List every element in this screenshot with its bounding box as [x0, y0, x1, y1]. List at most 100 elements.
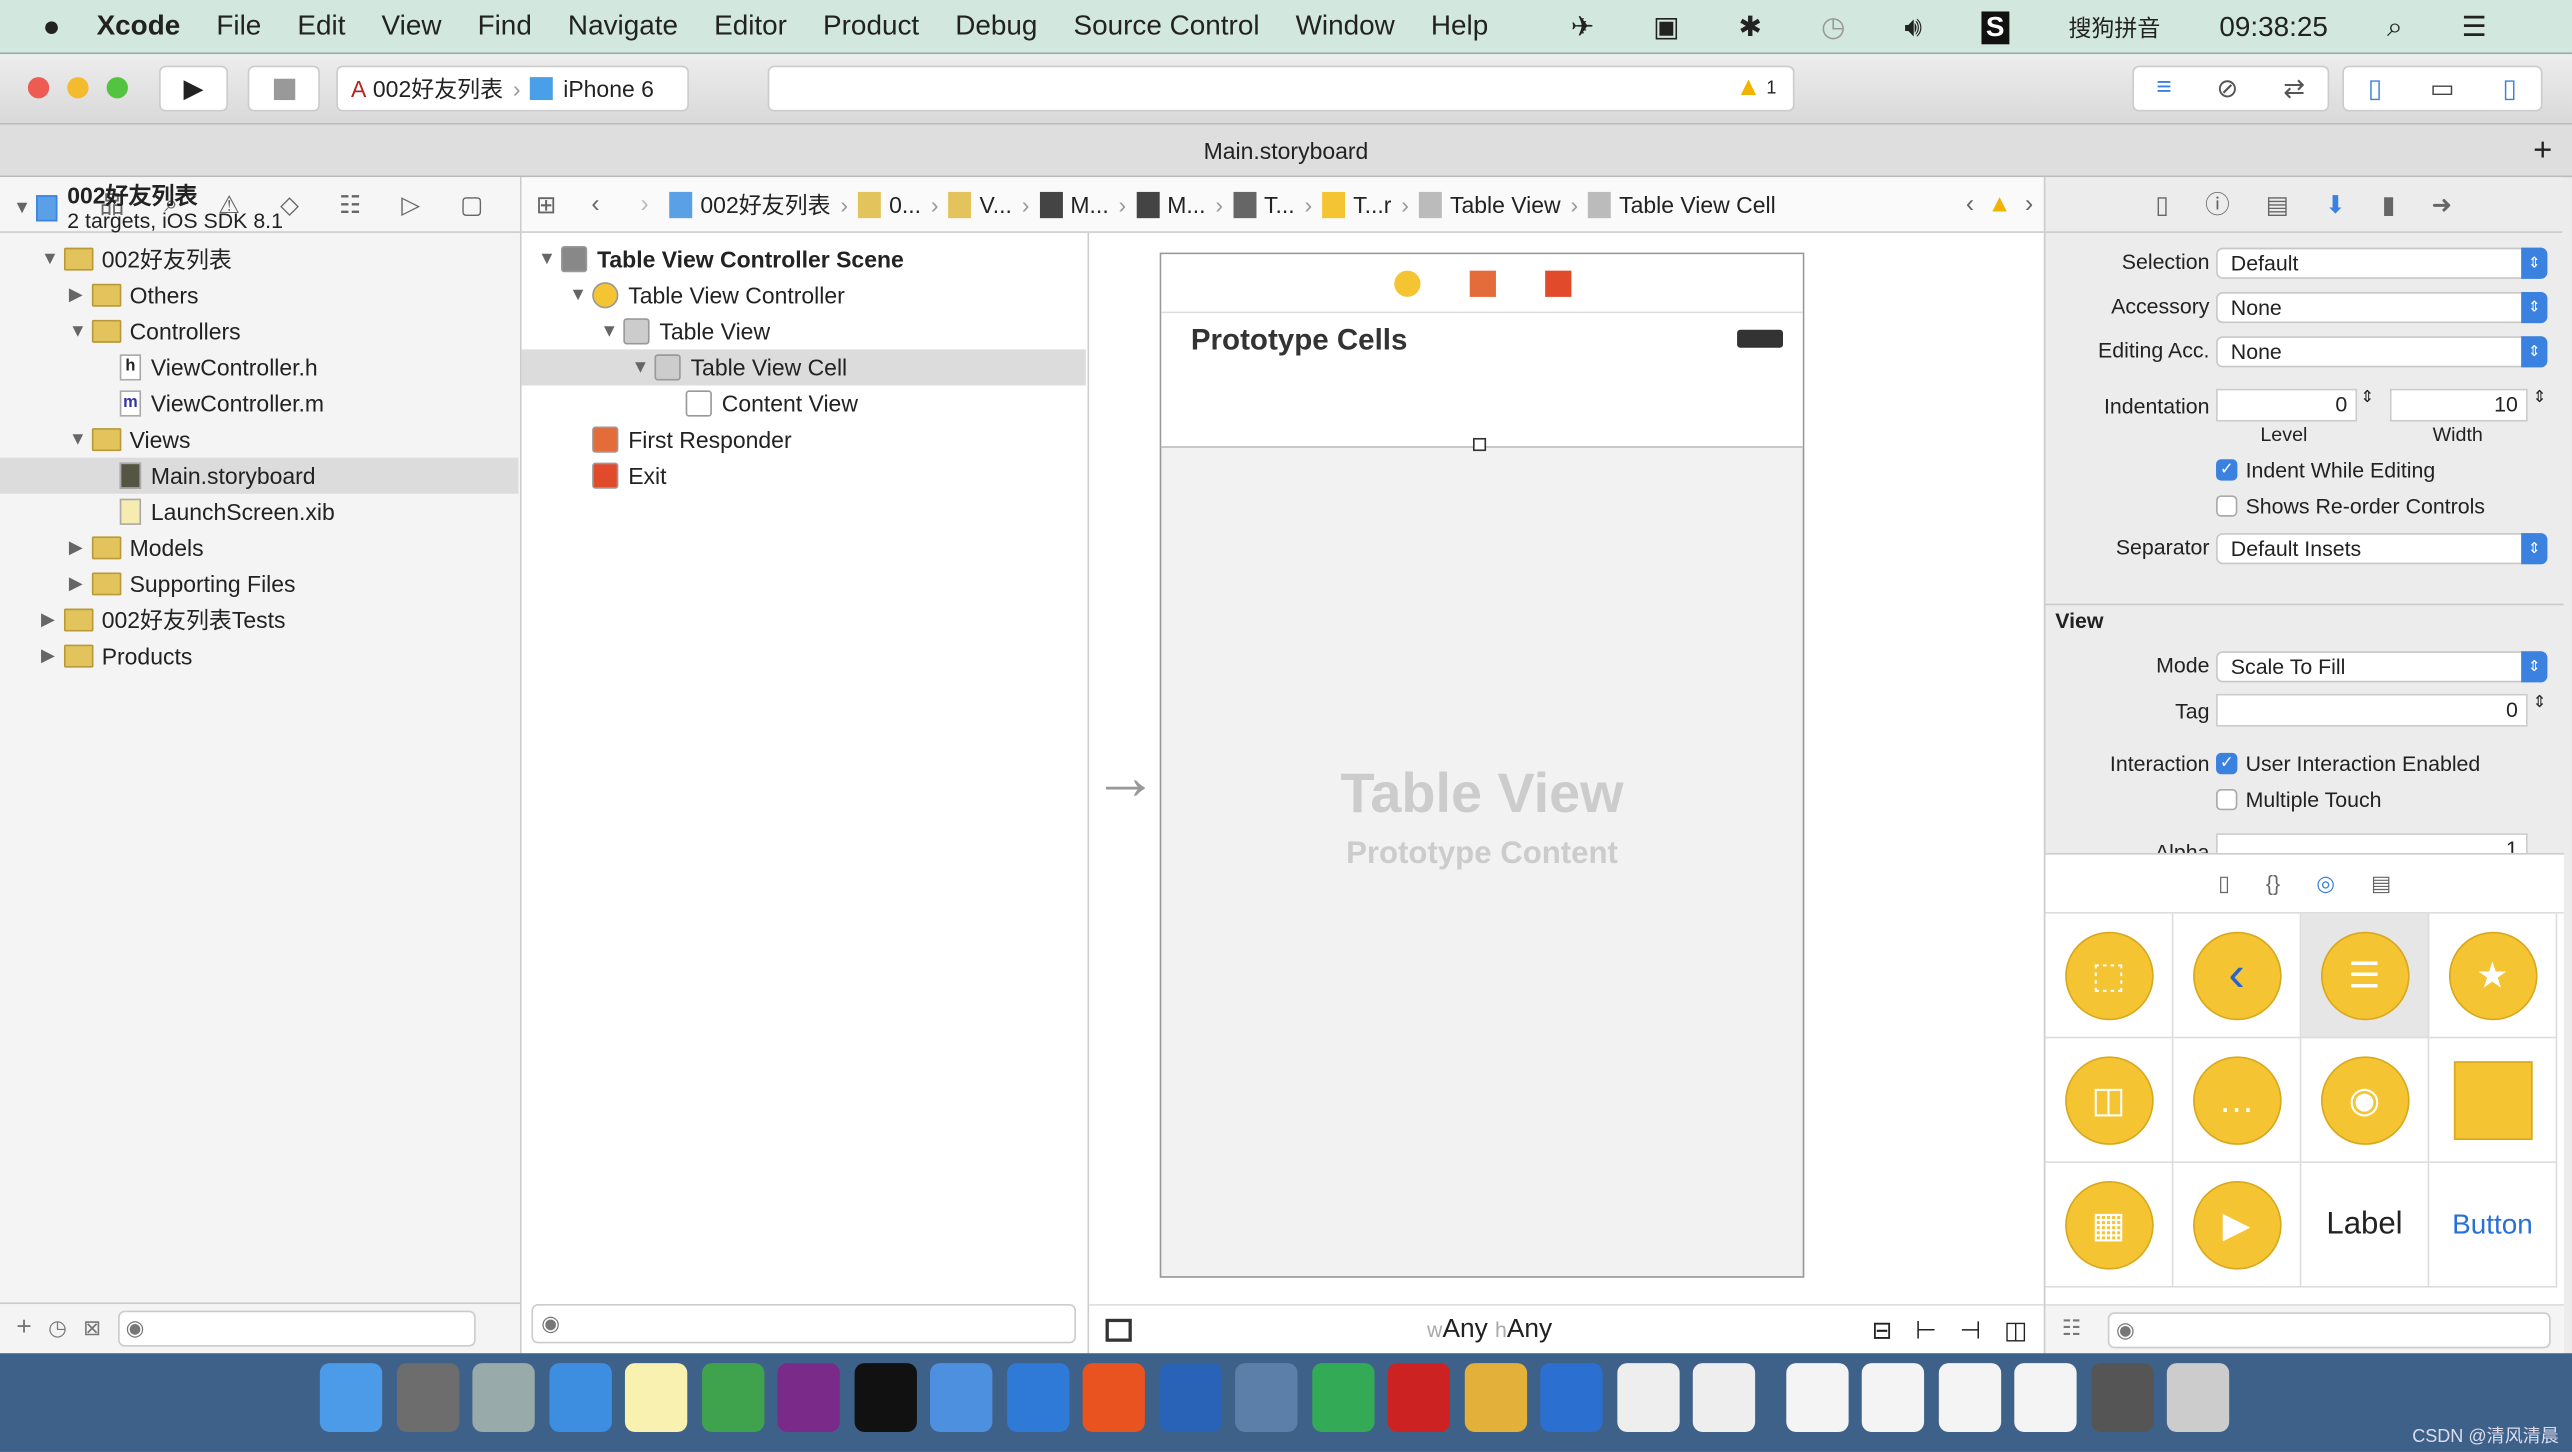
outline-item[interactable]: ▼ Table View Controller Scene	[522, 241, 1086, 277]
menu-source-control[interactable]: Source Control	[1074, 10, 1260, 43]
notification-center-icon[interactable]: ☰	[2462, 11, 2487, 44]
resizing-behavior-icon[interactable]: ◫	[2004, 1315, 2027, 1344]
volume-icon[interactable]: 🔊︎	[1904, 11, 1922, 44]
multiple-touch-checkbox[interactable]	[2216, 788, 2238, 811]
dock-powerpoint-icon[interactable]	[1082, 1363, 1145, 1432]
outline-item[interactable]: ▼ Table View	[522, 313, 1086, 349]
file-inspector-icon[interactable]: ▯	[2155, 189, 2169, 219]
spotlight-icon[interactable]: ⌕	[2387, 11, 2403, 44]
minimize-window-button[interactable]	[67, 77, 89, 99]
user-interaction-checkbox[interactable]: ✓	[2216, 752, 2238, 775]
menu-window[interactable]: Window	[1296, 10, 1395, 43]
standard-editor-icon[interactable]: ≡	[2156, 74, 2171, 104]
project-root[interactable]: ▼ 002好友列表 2 targets, iOS SDK 8.1	[13, 180, 283, 236]
navigator-item[interactable]: LaunchScreen.xib	[0, 494, 518, 530]
disclosure-open-icon[interactable]: ▼	[13, 196, 36, 221]
disclosure-closed-icon[interactable]: ▶	[69, 566, 92, 602]
disclosure-open-icon[interactable]: ▼	[69, 313, 92, 349]
jump-bar-item[interactable]: M... ›	[1136, 191, 1223, 218]
assistant-editor-icon[interactable]: ⊘	[2216, 72, 2238, 105]
object-library-icon[interactable]: ◎	[2316, 870, 2335, 896]
navigator-item[interactable]: Main.storyboard	[0, 457, 519, 494]
dock-system-preferences-icon[interactable]	[396, 1363, 459, 1432]
dock-screenshot-icon[interactable]	[1158, 1363, 1222, 1432]
library-item-view-controller[interactable]: ⬚	[2045, 913, 2174, 1039]
jump-bar-item[interactable]: 0... ›	[857, 191, 939, 218]
jump-bar-item[interactable]: T...r ›	[1322, 191, 1409, 218]
library-item-navigation-controller[interactable]: ‹	[2173, 913, 2302, 1039]
size-class-control[interactable]: wAny hAny	[1427, 1315, 1552, 1345]
pin-icon[interactable]: ⊢	[1915, 1315, 1936, 1344]
dock-excel-icon[interactable]	[701, 1363, 764, 1432]
navigator-item[interactable]: ▶ Others	[0, 277, 518, 313]
library-item-av-player-view-controller[interactable]: ▶	[2173, 1162, 2302, 1288]
indentation-width-field[interactable]: 10	[2389, 388, 2528, 422]
outline-item[interactable]: Exit	[522, 458, 1086, 494]
disclosure-open-icon[interactable]: ▼	[569, 277, 592, 313]
menu-edit[interactable]: Edit	[297, 10, 345, 43]
jump-bar-item[interactable]: Table View ›	[1418, 191, 1578, 218]
apple-menu-icon[interactable]: ●	[43, 9, 61, 43]
outline-item[interactable]: ▼ Table View Cell	[521, 349, 1086, 386]
menu-view[interactable]: View	[382, 10, 442, 43]
level-stepper[interactable]: ⇕	[2360, 389, 2374, 407]
dock-app-a-icon[interactable]	[1616, 1363, 1679, 1432]
run-button[interactable]: ▶	[159, 65, 229, 112]
zoom-window-button[interactable]	[106, 77, 128, 99]
media-library-icon[interactable]: ▤	[2371, 870, 2391, 896]
dock-document-4-icon[interactable]	[2014, 1363, 2077, 1432]
navigator-item[interactable]: ▼ Views	[0, 422, 518, 458]
size-inspector-icon[interactable]: ▮	[2382, 189, 2396, 219]
dock-notes-icon[interactable]	[624, 1363, 688, 1432]
menu-help[interactable]: Help	[1431, 10, 1488, 43]
prototype-cell[interactable]: Prototype Cells	[1161, 313, 1803, 452]
outline-item[interactable]: ▼ Table View Controller	[522, 277, 1086, 313]
close-window-button[interactable]	[27, 77, 50, 99]
indent-while-editing-checkbox[interactable]: ✓	[2216, 459, 2238, 481]
dock-terminal-icon[interactable]	[853, 1363, 917, 1432]
library-item-split-view-controller[interactable]: ◫	[2045, 1038, 2174, 1163]
prev-issue-icon[interactable]: ‹	[1955, 190, 1985, 218]
menu-find[interactable]: Find	[478, 10, 532, 43]
navigator-item[interactable]: ▼ 002好友列表	[0, 241, 518, 277]
menu-navigate[interactable]: Navigate	[568, 10, 678, 43]
input-method[interactable]: 搜狗拼音	[2068, 11, 2160, 44]
attributes-inspector-icon[interactable]: ⬇	[2325, 189, 2346, 219]
disclosure-open-icon[interactable]: ▼	[69, 422, 92, 458]
library-item-tab-bar-controller[interactable]: ★	[2429, 913, 2558, 1039]
dock-filezilla-icon[interactable]	[1387, 1363, 1451, 1432]
dock-instruments-icon[interactable]	[1311, 1363, 1374, 1432]
connections-inspector-icon[interactable]: ➜	[2432, 189, 2453, 219]
jump-bar-item[interactable]: 002好友列表 ›	[669, 188, 848, 221]
dock-finder-icon[interactable]	[319, 1363, 383, 1432]
tag-field[interactable]: 0	[2216, 693, 2528, 727]
utilities-toggle-icon[interactable]: ▯	[2502, 72, 2516, 105]
add-tab-button[interactable]: +	[2533, 125, 2552, 177]
dock-remote-desktop-icon[interactable]	[2090, 1363, 2153, 1432]
dock-app-b-icon[interactable]	[1692, 1363, 1756, 1432]
dock-onenote-icon[interactable]	[777, 1363, 840, 1432]
dock-document-3-icon[interactable]	[1938, 1363, 2001, 1432]
bluetooth-icon[interactable]: ✱	[1739, 11, 1762, 44]
dock-safari-icon[interactable]	[548, 1363, 612, 1432]
jump-bar-item[interactable]: M... ›	[1039, 191, 1126, 218]
navigator-item[interactable]: ▶ 002好友列表Tests	[0, 602, 518, 638]
dock-trash-icon[interactable]	[2166, 1363, 2230, 1432]
sogou-icon[interactable]: S	[1980, 10, 2010, 44]
navigator-toggle-icon[interactable]: ▯	[2368, 72, 2382, 105]
navigator-item[interactable]: m ViewController.m	[0, 385, 518, 421]
debug-area-toggle-icon[interactable]: ▭	[2430, 72, 2455, 105]
align-icon[interactable]: ⊟	[1872, 1315, 1893, 1344]
menu-xcode[interactable]: Xcode	[97, 10, 181, 43]
dock-photo-booth-icon[interactable]	[1235, 1363, 1298, 1432]
jump-bar-item[interactable]: Table View Cell	[1587, 191, 1776, 218]
navigator-filter-input[interactable]: ◉	[117, 1310, 476, 1347]
menu-file[interactable]: File	[216, 10, 261, 43]
selection-popup[interactable]: Default ⇕	[2216, 247, 2548, 279]
outline-item[interactable]: First Responder	[522, 422, 1086, 458]
warning-icon[interactable]: ▲	[1985, 190, 2015, 218]
indentation-level-field[interactable]: 0	[2216, 388, 2358, 422]
list-view-toggle-icon[interactable]: ☷	[2062, 1316, 2081, 1342]
storyboard-canvas[interactable]: → Prototype Cells Table View Prototype C…	[1089, 232, 2044, 1354]
disclosure-open-icon[interactable]: ▼	[41, 241, 64, 277]
